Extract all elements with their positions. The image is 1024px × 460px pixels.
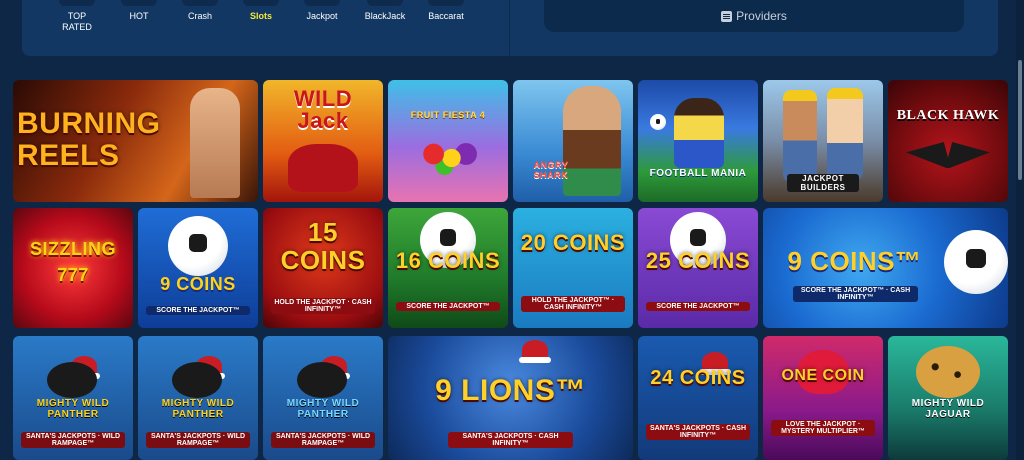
game-tile[interactable]: 16 COINS SCORE THE JACKPOT™ [388, 208, 508, 328]
game-tile[interactable]: MIGHTY WILD PANTHER SANTA'S JACKPOTS · W… [263, 336, 383, 460]
category-blackjack[interactable]: BlackJack [355, 0, 415, 22]
blackjack-icon [367, 0, 403, 6]
game-title: MIGHTY WILD PANTHER [286, 398, 360, 420]
game-title: 9 COINS™ [787, 246, 922, 276]
game-subtitle: SANTA'S JACKPOTS · WILD RAMPAGE™ [21, 432, 125, 448]
category-label: Crash [187, 11, 212, 21]
game-tile[interactable]: 20 COINS HOLD THE JACKPOT™ · CASH INFINI… [513, 208, 633, 328]
game-title: 24 COINS [650, 367, 746, 389]
game-subtitle: SCORE THE JACKPOT™ [146, 306, 250, 315]
game-tile[interactable]: BURNING REELS [13, 80, 258, 202]
game-title: BURNING REELS [17, 107, 161, 172]
game-tile[interactable]: 9 LIONS™ SANTA'S JACKPOTS · CASH INFINIT… [388, 336, 633, 460]
santa-hat-icon [519, 340, 551, 363]
panther-illustration [47, 362, 97, 398]
scrollbar-thumb[interactable] [1018, 60, 1022, 180]
game-title: ANGRY SHARK [533, 160, 569, 180]
game-tile[interactable]: 24 COINS SANTA'S JACKPOTS · CASH INFINIT… [638, 336, 758, 460]
bull-illustration [288, 144, 358, 192]
category-label: Slots [249, 11, 272, 21]
worker-woman-illustration [827, 88, 863, 180]
providers-button[interactable]: Providers [544, 0, 964, 32]
game-tile[interactable]: ONE COIN LOVE THE JACKPOT · MYSTERY MULT… [763, 336, 883, 460]
category-label: Jackpot [306, 11, 338, 21]
game-title: MIGHTY WILD JAGUAR [911, 398, 985, 420]
game-tile[interactable]: 25 COINS SCORE THE JACKPOT™ [638, 208, 758, 328]
game-tile[interactable]: JACKPOT BUILDERS [763, 80, 883, 202]
game-tile[interactable]: MIGHTY WILD PANTHER SANTA'S JACKPOTS · W… [138, 336, 258, 460]
category-bar: TOP RATED HOT Crash Slots Jackpot BlackJ… [22, 0, 998, 56]
scrollbar[interactable] [1016, 0, 1024, 460]
hawk-illustration [906, 142, 990, 168]
game-tile[interactable]: 9 COINS™ SCORE THE JACKPOT™ · CASH INFIN… [763, 208, 1008, 328]
game-subtitle: SCORE THE JACKPOT™ [646, 302, 750, 311]
ball-icon [944, 230, 1008, 294]
game-tile[interactable]: MIGHTY WILD JAGUAR [888, 336, 1008, 460]
game-title: 20 COINS [520, 230, 626, 255]
game-title: MIGHTY WILD PANTHER [161, 398, 235, 420]
panther-illustration [172, 362, 222, 398]
category-hot[interactable]: HOT [109, 0, 169, 22]
game-subtitle: SANTA'S JACKPOTS · WILD RAMPAGE™ [146, 432, 250, 448]
game-subtitle: HOLD THE JACKPOT™ · CASH INFINITY™ [521, 296, 625, 312]
game-subtitle: SANTA'S JACKPOTS · WILD RAMPAGE™ [271, 432, 375, 448]
category-label: Baccarat [428, 11, 464, 21]
ball-icon [650, 114, 666, 130]
character-illustration [190, 88, 240, 198]
game-subtitle: SANTA'S JACKPOTS · CASH INFINITY™ [448, 432, 573, 448]
game-title: 9 LIONS™ [435, 374, 586, 407]
list-icon [721, 10, 733, 22]
game-title: 9 COINS [160, 274, 236, 294]
category-top-rated[interactable]: TOP RATED [47, 0, 107, 33]
game-title: WILD Jack [293, 86, 353, 133]
category-baccarat[interactable]: Baccarat [416, 0, 476, 22]
game-title: FRUIT FIESTA 4 [410, 110, 486, 120]
category-label: HOT [129, 11, 149, 21]
game-title: ONE COIN [781, 367, 865, 384]
game-tile[interactable]: ANGRY SHARK [513, 80, 633, 202]
game-title: 25 COINS [645, 248, 751, 273]
panther-illustration [297, 362, 347, 398]
game-title: MIGHTY WILD PANTHER [36, 398, 110, 420]
ball-icon [168, 216, 228, 276]
providers-label: Providers [736, 9, 787, 23]
game-title: 16 COINS [395, 248, 501, 273]
category-label: BlackJack [364, 11, 406, 21]
category-crash[interactable]: Crash [170, 0, 230, 22]
game-title: JACKPOT BUILDERS [787, 174, 859, 192]
game-tile[interactable]: FOOTBALL MANIA [638, 80, 758, 202]
category-slots[interactable]: Slots [231, 0, 291, 22]
game-subtitle: SCORE THE JACKPOT™ [396, 302, 500, 311]
jaguar-illustration [916, 346, 980, 398]
game-tile[interactable]: MIGHTY WILD PANTHER SANTA'S JACKPOTS · W… [13, 336, 133, 460]
game-title: 15 COINS [280, 217, 366, 275]
game-subtitle: SANTA'S JACKPOTS · CASH INFINITY™ [646, 424, 750, 440]
game-title: SIZZLING 777 [30, 239, 116, 285]
game-tile[interactable]: SIZZLING 777 [13, 208, 133, 328]
game-title: BLACK HAWK [896, 108, 1000, 123]
game-subtitle: HOLD THE JACKPOT · CASH INFINITY™ [271, 298, 375, 314]
game-tile[interactable]: 9 COINS SCORE THE JACKPOT™ [138, 208, 258, 328]
jackpot-icon [304, 0, 340, 6]
players-illustration [674, 98, 724, 168]
game-subtitle: LOVE THE JACKPOT · MYSTERY MULTIPLIER™ [771, 420, 875, 436]
crash-icon [182, 0, 218, 6]
hot-icon [121, 0, 157, 6]
worker-man-illustration [783, 90, 817, 182]
game-title: FOOTBALL MANIA [649, 168, 747, 179]
divider [509, 0, 510, 56]
game-tile[interactable]: FRUIT FIESTA 4 [388, 80, 508, 202]
fruits-illustration [412, 138, 484, 178]
game-tile[interactable]: 15 COINS HOLD THE JACKPOT · CASH INFINIT… [263, 208, 383, 328]
baccarat-icon [428, 0, 464, 6]
top-rated-icon [59, 0, 95, 6]
game-subtitle: SCORE THE JACKPOT™ · CASH INFINITY™ [793, 286, 918, 302]
game-tile[interactable]: BLACK HAWK [888, 80, 1008, 202]
category-label: TOP RATED [62, 11, 92, 32]
game-tile[interactable]: WILD Jack [263, 80, 383, 202]
category-jackpot[interactable]: Jackpot [292, 0, 352, 22]
slots-icon [243, 0, 279, 6]
